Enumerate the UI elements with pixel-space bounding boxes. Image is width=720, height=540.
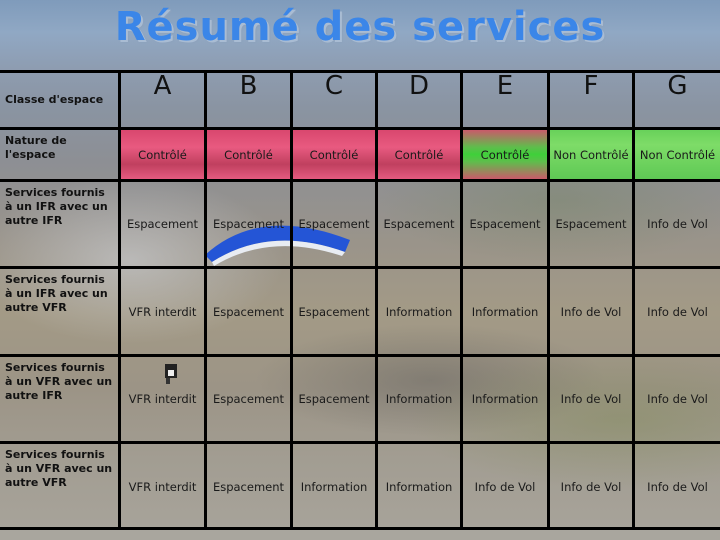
service-cell: Information bbox=[293, 444, 378, 530]
service-cell: Info de Vol bbox=[550, 269, 635, 357]
service-cell: Information bbox=[463, 357, 550, 444]
service-cell: Info de Vol bbox=[463, 444, 550, 530]
service-cell: Espacement bbox=[378, 182, 463, 269]
service-cell: Info de Vol bbox=[550, 357, 635, 444]
row-header-ifr-ifr: Services fournis à un IFR avec un autre … bbox=[0, 182, 121, 269]
service-cell: VFR interdit bbox=[121, 444, 207, 530]
nature-cell: Contrôlé bbox=[378, 130, 463, 182]
service-cell: Info de Vol bbox=[635, 182, 720, 269]
service-cell: VFR interdit bbox=[121, 269, 207, 357]
class-g: G bbox=[635, 73, 720, 130]
service-cell: Info de Vol bbox=[635, 357, 720, 444]
nature-cell: Contrôlé bbox=[121, 130, 207, 182]
service-cell: Espacement bbox=[207, 182, 293, 269]
service-cell: Information bbox=[378, 269, 463, 357]
service-cell: Espacement bbox=[293, 357, 378, 444]
row-header-nature: Nature de l'espace bbox=[0, 130, 121, 182]
page-title: Résumé des services bbox=[114, 4, 606, 50]
class-e: E bbox=[463, 73, 550, 130]
service-cell: Info de Vol bbox=[635, 269, 720, 357]
nature-cell: Contrôlé bbox=[463, 130, 550, 182]
bottom-strip bbox=[0, 530, 720, 540]
service-cell: Information bbox=[463, 269, 550, 357]
class-c: C bbox=[293, 73, 378, 130]
service-cell: Espacement bbox=[207, 444, 293, 530]
class-b: B bbox=[207, 73, 293, 130]
nature-cell: Contrôlé bbox=[293, 130, 378, 182]
service-cell: Info de Vol bbox=[647, 480, 708, 494]
class-f: F bbox=[550, 73, 635, 130]
nature-cell: Non Contrôlé bbox=[550, 130, 635, 182]
service-cell: Information bbox=[378, 357, 463, 444]
service-cell: Espacement bbox=[121, 182, 207, 269]
row-header-vfr-vfr: Services fournis à un VFR avec un autre … bbox=[0, 444, 121, 530]
class-a: A bbox=[121, 73, 207, 130]
service-cell: Espacement bbox=[463, 182, 550, 269]
class-d: D bbox=[378, 73, 463, 130]
service-cell: Information bbox=[378, 444, 463, 530]
service-cell: Espacement bbox=[293, 182, 378, 269]
service-cell: Espacement bbox=[293, 269, 378, 357]
service-cell: Espacement bbox=[207, 357, 293, 444]
service-cell: Espacement bbox=[550, 182, 635, 269]
service-cell: Espacement bbox=[207, 269, 293, 357]
services-table: Classe d'espace A B C D E F G Nature de … bbox=[0, 70, 720, 530]
row-header-ifr-vfr: Services fournis à un IFR avec un autre … bbox=[0, 269, 121, 357]
service-cell: Info de Vol bbox=[550, 444, 635, 530]
nature-cell: Contrôlé bbox=[207, 130, 293, 182]
row-header-class: Classe d'espace bbox=[0, 73, 121, 130]
service-cell: VFR interdit bbox=[121, 357, 207, 444]
row-header-vfr-ifr: Services fournis à un VFR avec un autre … bbox=[0, 357, 121, 444]
nature-cell: Non Contrôlé bbox=[635, 130, 720, 182]
